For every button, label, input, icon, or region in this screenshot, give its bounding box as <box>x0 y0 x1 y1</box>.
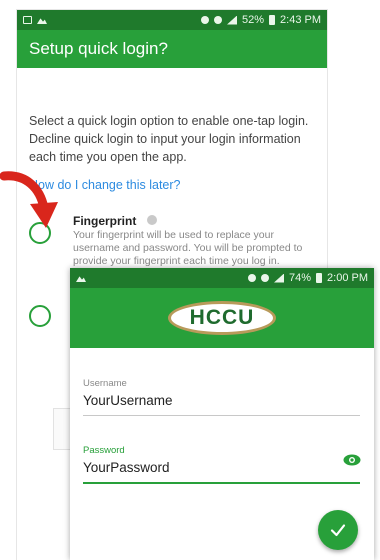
battery-percent: 52% <box>242 14 265 26</box>
username-input[interactable] <box>83 391 360 409</box>
sync-icon <box>201 16 209 24</box>
decline-radio[interactable] <box>29 305 51 327</box>
logo-text: HCCU <box>189 306 255 329</box>
eye-icon[interactable] <box>343 454 361 466</box>
username-underline <box>83 414 360 416</box>
signal-icon <box>227 15 237 25</box>
status-bar: 52% 2:43 PM <box>17 10 327 30</box>
password-underline <box>83 481 360 484</box>
submit-fab-button[interactable] <box>318 510 358 550</box>
fingerprint-title: Fingerprint <box>73 214 137 228</box>
help-link[interactable]: How do I change this later? <box>29 178 315 192</box>
hccu-logo: HCCU <box>168 301 276 335</box>
password-input[interactable] <box>83 458 360 476</box>
fingerprint-description: Your fingerprint will be used to replace… <box>73 229 303 267</box>
notification-icon <box>23 16 32 24</box>
sync-icon <box>248 274 256 282</box>
username-field[interactable]: Username <box>83 378 360 416</box>
signal-icon <box>274 273 284 283</box>
bluetooth-icon <box>261 274 269 282</box>
fingerprint-icon <box>147 215 157 225</box>
page-title: Setup quick login? <box>29 39 168 58</box>
password-field[interactable]: Password <box>83 445 360 484</box>
login-screen: 74% 2:00 PM HCCU Username Password <box>70 268 374 560</box>
curved-arrow-icon <box>0 171 58 228</box>
bluetooth-icon <box>214 16 222 24</box>
status-bar: 74% 2:00 PM <box>70 268 374 288</box>
battery-icon <box>269 15 276 25</box>
image-icon <box>76 276 86 282</box>
password-label: Password <box>83 445 125 456</box>
battery-icon <box>316 273 323 283</box>
status-time: 2:43 PM <box>280 14 321 26</box>
check-icon <box>330 524 346 537</box>
intro-text: Select a quick login option to enable on… <box>29 114 309 164</box>
image-icon <box>37 18 47 24</box>
app-bar: Setup quick login? <box>17 30 327 68</box>
battery-percent: 74% <box>289 272 312 284</box>
logo-header: HCCU <box>70 288 374 348</box>
username-label: Username <box>83 378 127 389</box>
radio-circle[interactable] <box>29 305 51 327</box>
status-time: 2:00 PM <box>327 272 368 284</box>
